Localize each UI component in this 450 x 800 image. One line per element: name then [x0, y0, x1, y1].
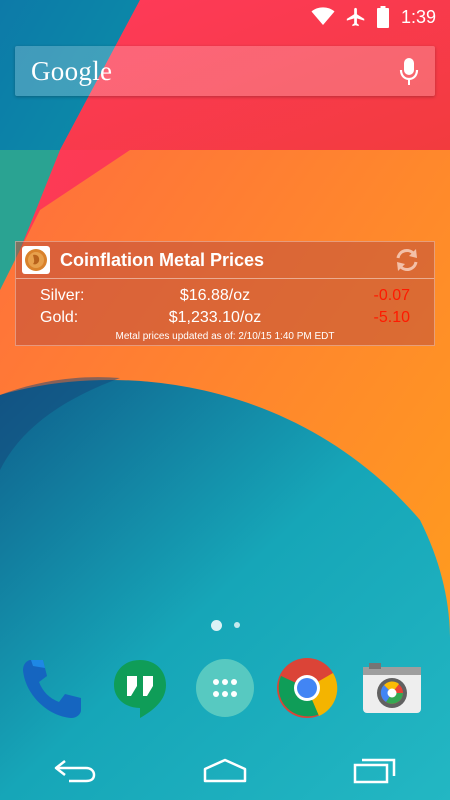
battery-icon	[376, 6, 389, 28]
back-icon	[54, 760, 96, 783]
gold-change: -5.10	[373, 309, 410, 326]
hangouts-icon	[114, 660, 166, 718]
app-drawer-icon	[196, 659, 254, 717]
silver-price: $16.88/oz	[179, 287, 251, 304]
widget-header: Coinflation Metal Prices	[16, 242, 434, 279]
home-button[interactable]	[195, 745, 255, 795]
clock: 1:39	[400, 6, 436, 27]
page-indicator	[0, 618, 450, 632]
coin-icon	[22, 246, 50, 274]
chrome-icon	[277, 658, 338, 718]
gold-price-row: Gold: $1,233.10/oz -5.10	[16, 307, 434, 329]
phone-icon	[23, 660, 81, 718]
recents-button[interactable]	[345, 745, 405, 795]
airplane-mode-icon	[345, 6, 367, 28]
dock	[0, 650, 450, 730]
hangouts-app[interactable]	[107, 655, 173, 721]
silver-change: -0.07	[373, 287, 410, 304]
refresh-icon[interactable]	[392, 245, 422, 275]
camera-app[interactable]	[359, 655, 425, 721]
phone-app[interactable]	[20, 655, 86, 721]
navigation-bar	[0, 740, 450, 800]
page-dot-current	[210, 619, 222, 631]
google-logo: Google	[31, 55, 113, 86]
home-icon	[203, 758, 247, 783]
gold-price: $1,233.10/oz	[168, 309, 262, 326]
gold-label: Gold:	[40, 309, 79, 326]
google-search-bar[interactable]: Google	[15, 46, 435, 96]
chrome-app[interactable]	[274, 655, 340, 721]
recents-icon	[353, 758, 396, 784]
last-updated-text: Metal prices updated as of: 2/10/15 1:40…	[115, 331, 335, 342]
camera-icon	[363, 663, 421, 713]
coinflation-widget[interactable]: Coinflation Metal Prices Silver: $16.88/…	[15, 241, 435, 346]
silver-label: Silver:	[40, 287, 85, 304]
silver-price-row: Silver: $16.88/oz -0.07	[16, 285, 434, 307]
app-drawer[interactable]	[192, 655, 258, 721]
wifi-icon	[311, 7, 335, 27]
microphone-icon[interactable]	[399, 56, 419, 86]
page-dot	[233, 622, 240, 628]
status-bar: 1:39	[0, 0, 450, 34]
widget-title: Coinflation Metal Prices	[60, 249, 265, 270]
back-button[interactable]	[45, 745, 105, 795]
